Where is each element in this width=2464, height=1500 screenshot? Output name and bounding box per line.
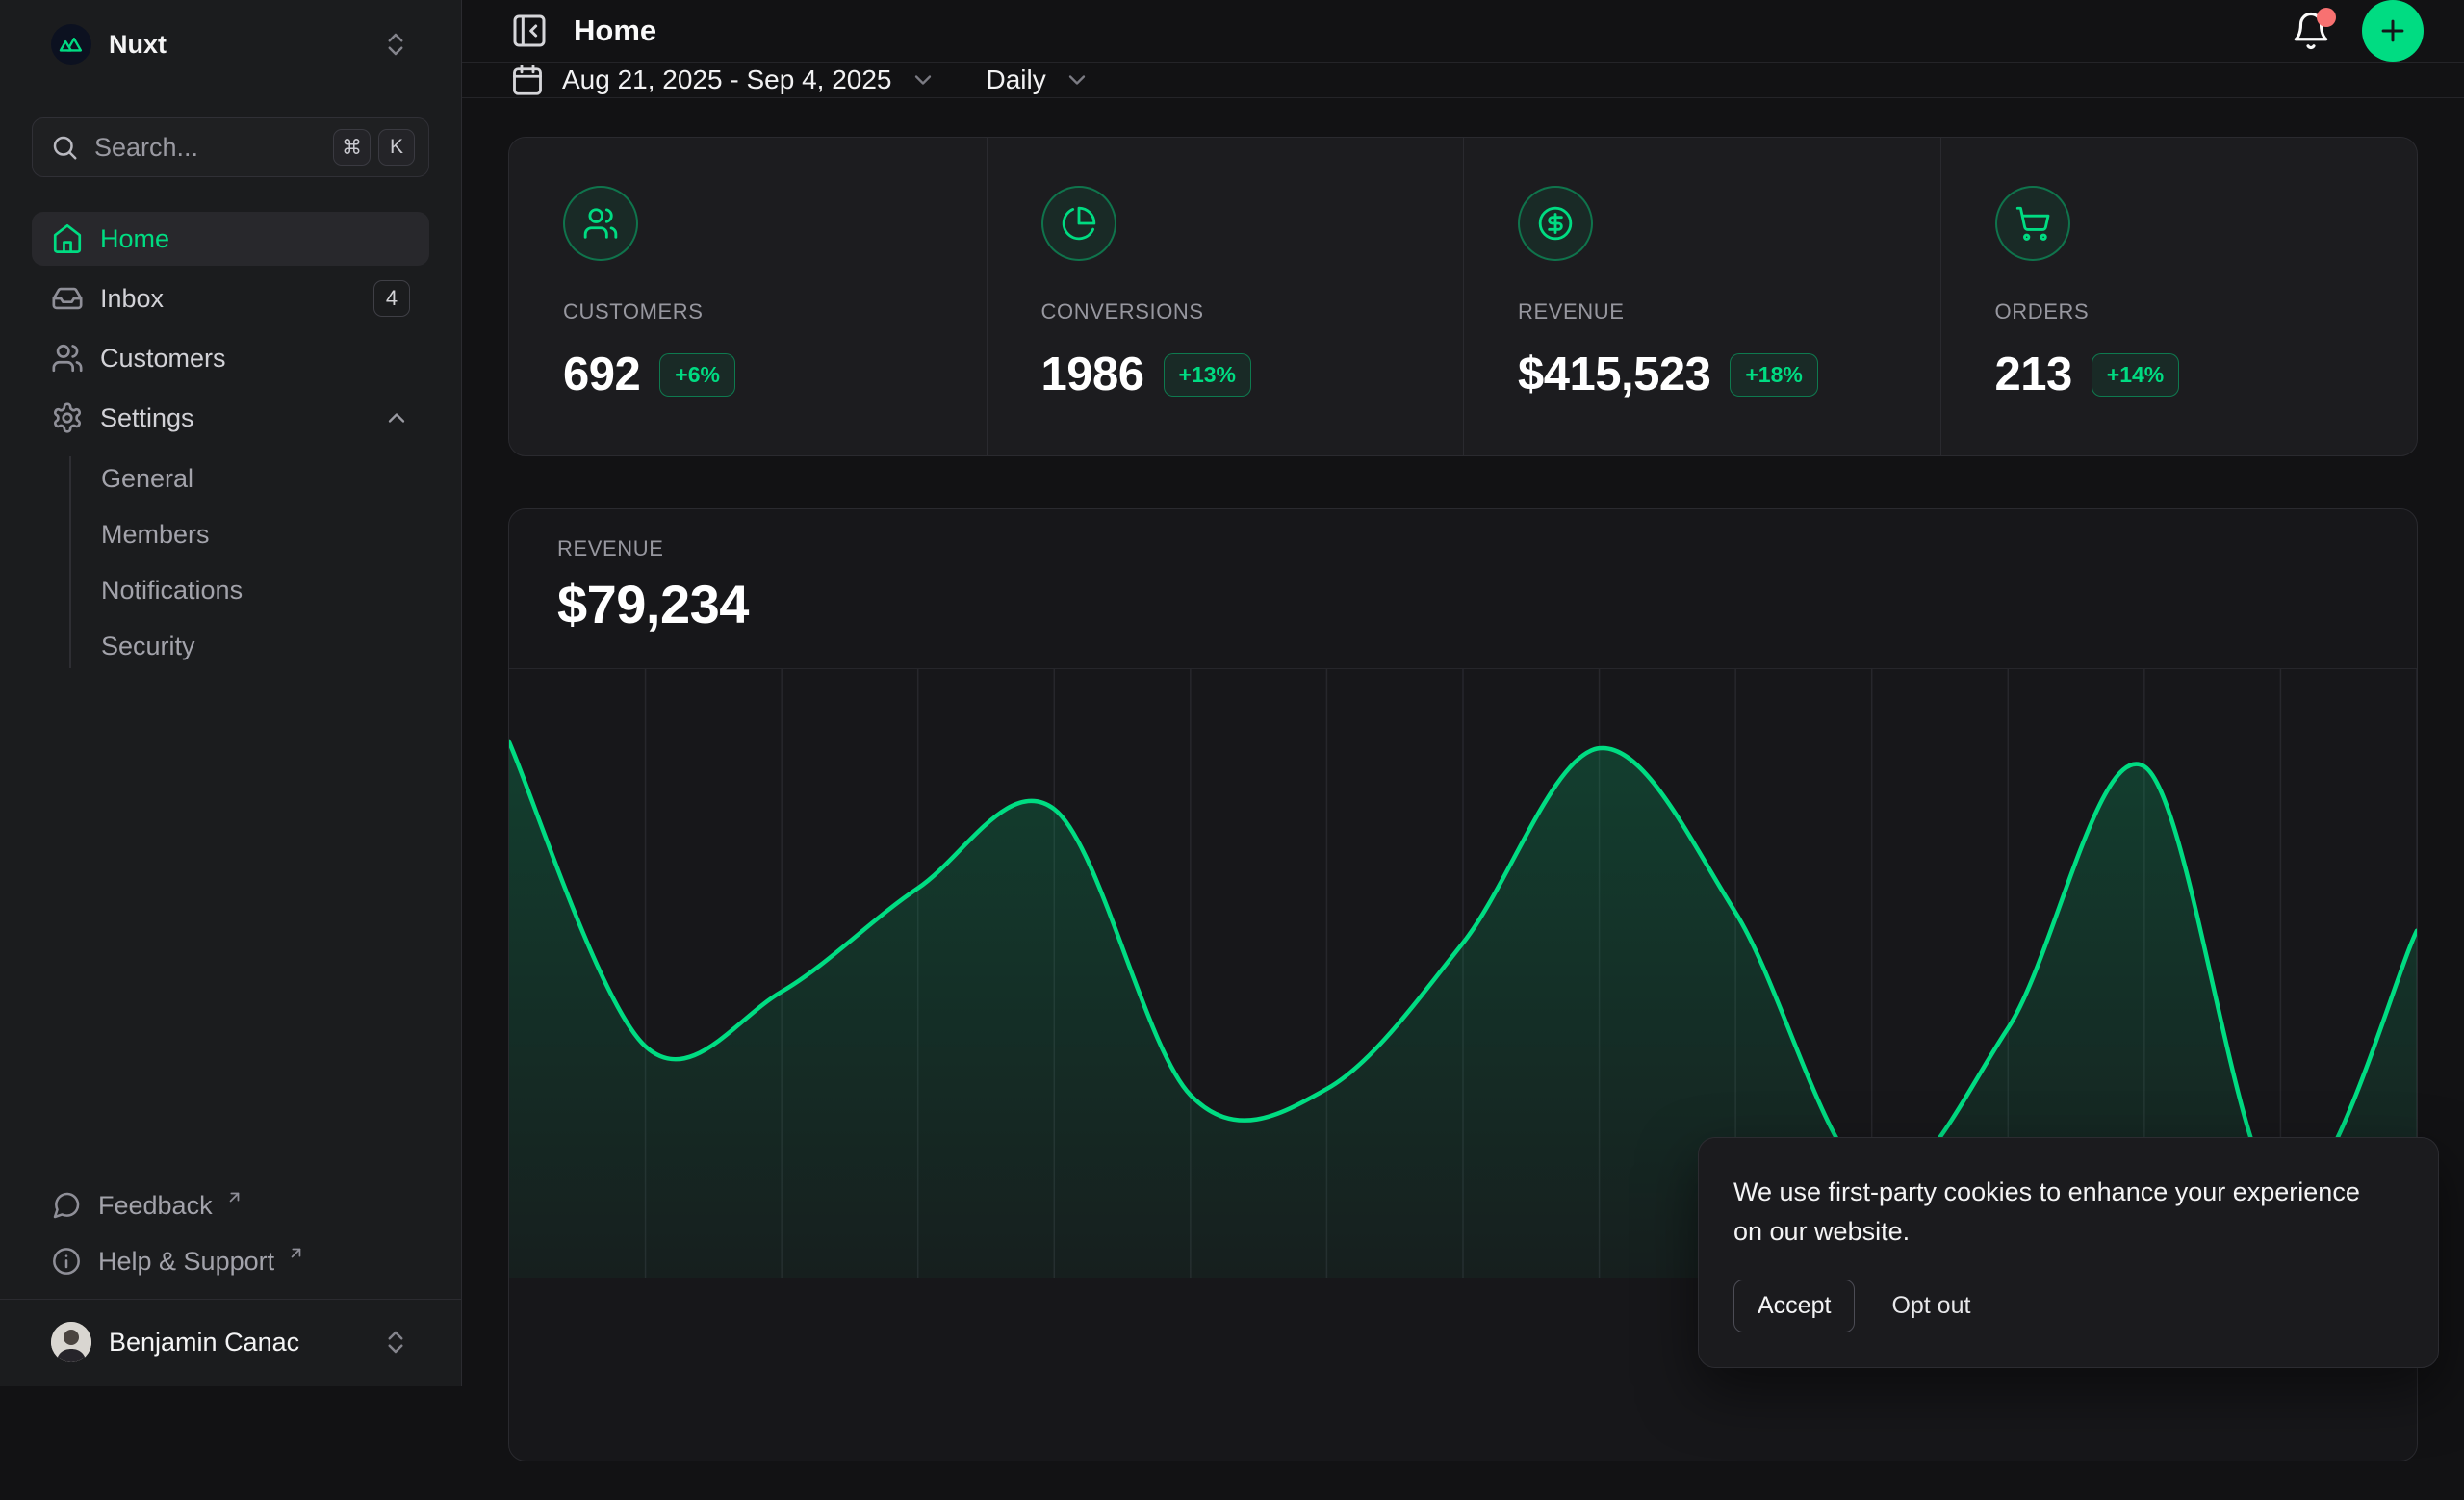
plus-icon <box>2376 14 2409 47</box>
users-icon <box>563 186 638 261</box>
sidebar-user-section: Benjamin Canac <box>0 1299 461 1386</box>
page-title: Home <box>574 13 656 48</box>
period-select[interactable]: Daily <box>987 65 1091 95</box>
stat-revenue[interactable]: REVENUE $415,523 +18% <box>1463 138 1940 455</box>
calendar-icon <box>510 63 545 97</box>
stat-label: REVENUE <box>1518 299 1886 324</box>
help-support-link[interactable]: Help & Support <box>32 1233 429 1289</box>
shopping-cart-icon <box>1995 186 2070 261</box>
avatar <box>51 1322 91 1362</box>
stat-delta-badge: +6% <box>659 353 735 397</box>
search-kbd-hints: ⌘ K <box>333 129 415 166</box>
cookie-banner: We use first-party cookies to enhance yo… <box>1698 1137 2439 1368</box>
kbd-k: K <box>378 129 415 166</box>
stat-delta-badge: +13% <box>1164 353 1251 397</box>
user-menu[interactable]: Benjamin Canac <box>32 1311 429 1373</box>
date-range-label: Aug 21, 2025 - Sep 4, 2025 <box>562 65 892 95</box>
circle-dollar-icon <box>1518 186 1593 261</box>
chevron-down-icon <box>1064 66 1091 93</box>
stat-customers[interactable]: CUSTOMERS 692 +6% <box>509 138 987 455</box>
sidebar-item-members[interactable]: Members <box>32 506 429 562</box>
gear-icon <box>51 401 84 434</box>
header-actions <box>2291 0 2424 62</box>
chevron-down-icon <box>910 66 937 93</box>
link-label: Help & Support <box>98 1247 274 1277</box>
sub-item-label: Security <box>101 632 195 661</box>
stat-conversions[interactable]: CONVERSIONS 1986 +13% <box>987 138 1464 455</box>
inbox-count-badge: 4 <box>373 280 410 317</box>
inbox-icon <box>51 282 84 315</box>
stat-value: 213 <box>1995 348 2072 401</box>
stat-label: ORDERS <box>1995 299 2364 324</box>
stat-value: $415,523 <box>1518 348 1710 401</box>
stat-delta-badge: +14% <box>2092 353 2179 397</box>
feedback-link[interactable]: Feedback <box>32 1177 429 1233</box>
sidebar-item-security[interactable]: Security <box>32 618 429 674</box>
period-label: Daily <box>987 65 1046 95</box>
chevron-up-down-icon <box>381 30 410 59</box>
search-icon <box>50 133 79 162</box>
kbd-cmd: ⌘ <box>333 129 371 166</box>
sidebar-item-home[interactable]: Home <box>32 212 429 266</box>
accept-button[interactable]: Accept <box>1733 1280 1855 1332</box>
sidebar-item-general[interactable]: General <box>32 451 429 506</box>
info-circle-icon <box>51 1246 82 1277</box>
nuxt-logo-icon <box>51 24 91 65</box>
revenue-chart-header: REVENUE $79,234 <box>509 509 2417 668</box>
speech-bubble-icon <box>51 1190 82 1221</box>
stat-delta-badge: +18% <box>1730 353 1817 397</box>
pie-chart-icon <box>1041 186 1116 261</box>
revenue-chart-label: REVENUE <box>557 536 2369 561</box>
chevron-up-icon <box>383 404 410 431</box>
indent-guide <box>69 456 71 668</box>
notification-dot <box>2317 8 2336 27</box>
sub-item-label: General <box>101 464 193 494</box>
sub-item-label: Members <box>101 520 210 550</box>
link-label: Feedback <box>98 1191 213 1221</box>
search-input[interactable]: Search... ⌘ K <box>32 117 429 177</box>
settings-sub-list: General Members Notifications Security <box>32 451 429 674</box>
revenue-chart-value: $79,234 <box>557 573 2369 635</box>
stat-value: 1986 <box>1041 348 1144 401</box>
stats-row: CUSTOMERS 692 +6% CONVERSIONS 1986 +13% <box>508 137 2418 456</box>
sub-item-label: Notifications <box>101 576 243 606</box>
search-placeholder: Search... <box>94 133 318 163</box>
add-button[interactable] <box>2362 0 2424 62</box>
team-selector[interactable]: Nuxt <box>32 13 429 75</box>
home-icon <box>51 222 84 255</box>
sidebar: Nuxt Search... ⌘ K <box>0 0 462 1386</box>
sidebar-spacer <box>0 680 461 1177</box>
opt-out-button[interactable]: Opt out <box>1891 1292 1970 1320</box>
stat-orders[interactable]: ORDERS 213 +14% <box>1940 138 2418 455</box>
sidebar-item-label: Home <box>100 224 169 254</box>
chevron-up-down-icon <box>381 1328 410 1357</box>
sidebar-item-inbox[interactable]: Inbox 4 <box>32 272 429 325</box>
stat-label: CONVERSIONS <box>1041 299 1410 324</box>
sidebar-item-settings[interactable]: Settings <box>32 391 429 445</box>
stat-value: 692 <box>563 348 640 401</box>
sidebar-footer-links: Feedback Help & Support <box>0 1177 461 1299</box>
notifications-button[interactable] <box>2291 11 2331 51</box>
user-name: Benjamin Canac <box>109 1328 299 1358</box>
main-area: Home Aug 21, 2025 - Sep 4, 2025 <box>462 0 2464 1386</box>
sidebar-item-notifications[interactable]: Notifications <box>32 562 429 618</box>
stat-label: CUSTOMERS <box>563 299 933 324</box>
external-link-icon <box>225 1188 244 1206</box>
sidebar-item-customers[interactable]: Customers <box>32 331 429 385</box>
sidebar-top: Nuxt Search... ⌘ K <box>0 0 461 680</box>
date-range-picker[interactable]: Aug 21, 2025 - Sep 4, 2025 <box>510 63 937 97</box>
team-name: Nuxt <box>109 30 167 60</box>
sidebar-item-label: Customers <box>100 344 226 374</box>
sidebar-collapse-icon[interactable] <box>510 12 549 50</box>
cookie-message: We use first-party cookies to enhance yo… <box>1733 1173 2369 1251</box>
sidebar-nav: Home Inbox 4 C <box>32 212 429 674</box>
sidebar-item-label: Settings <box>100 403 194 433</box>
filter-toolbar: Aug 21, 2025 - Sep 4, 2025 Daily <box>462 63 2464 98</box>
sidebar-item-label: Inbox <box>100 284 164 314</box>
page-header: Home <box>462 0 2464 63</box>
external-link-icon <box>287 1244 305 1262</box>
users-icon <box>51 342 84 375</box>
cookie-actions: Accept Opt out <box>1733 1280 2403 1332</box>
